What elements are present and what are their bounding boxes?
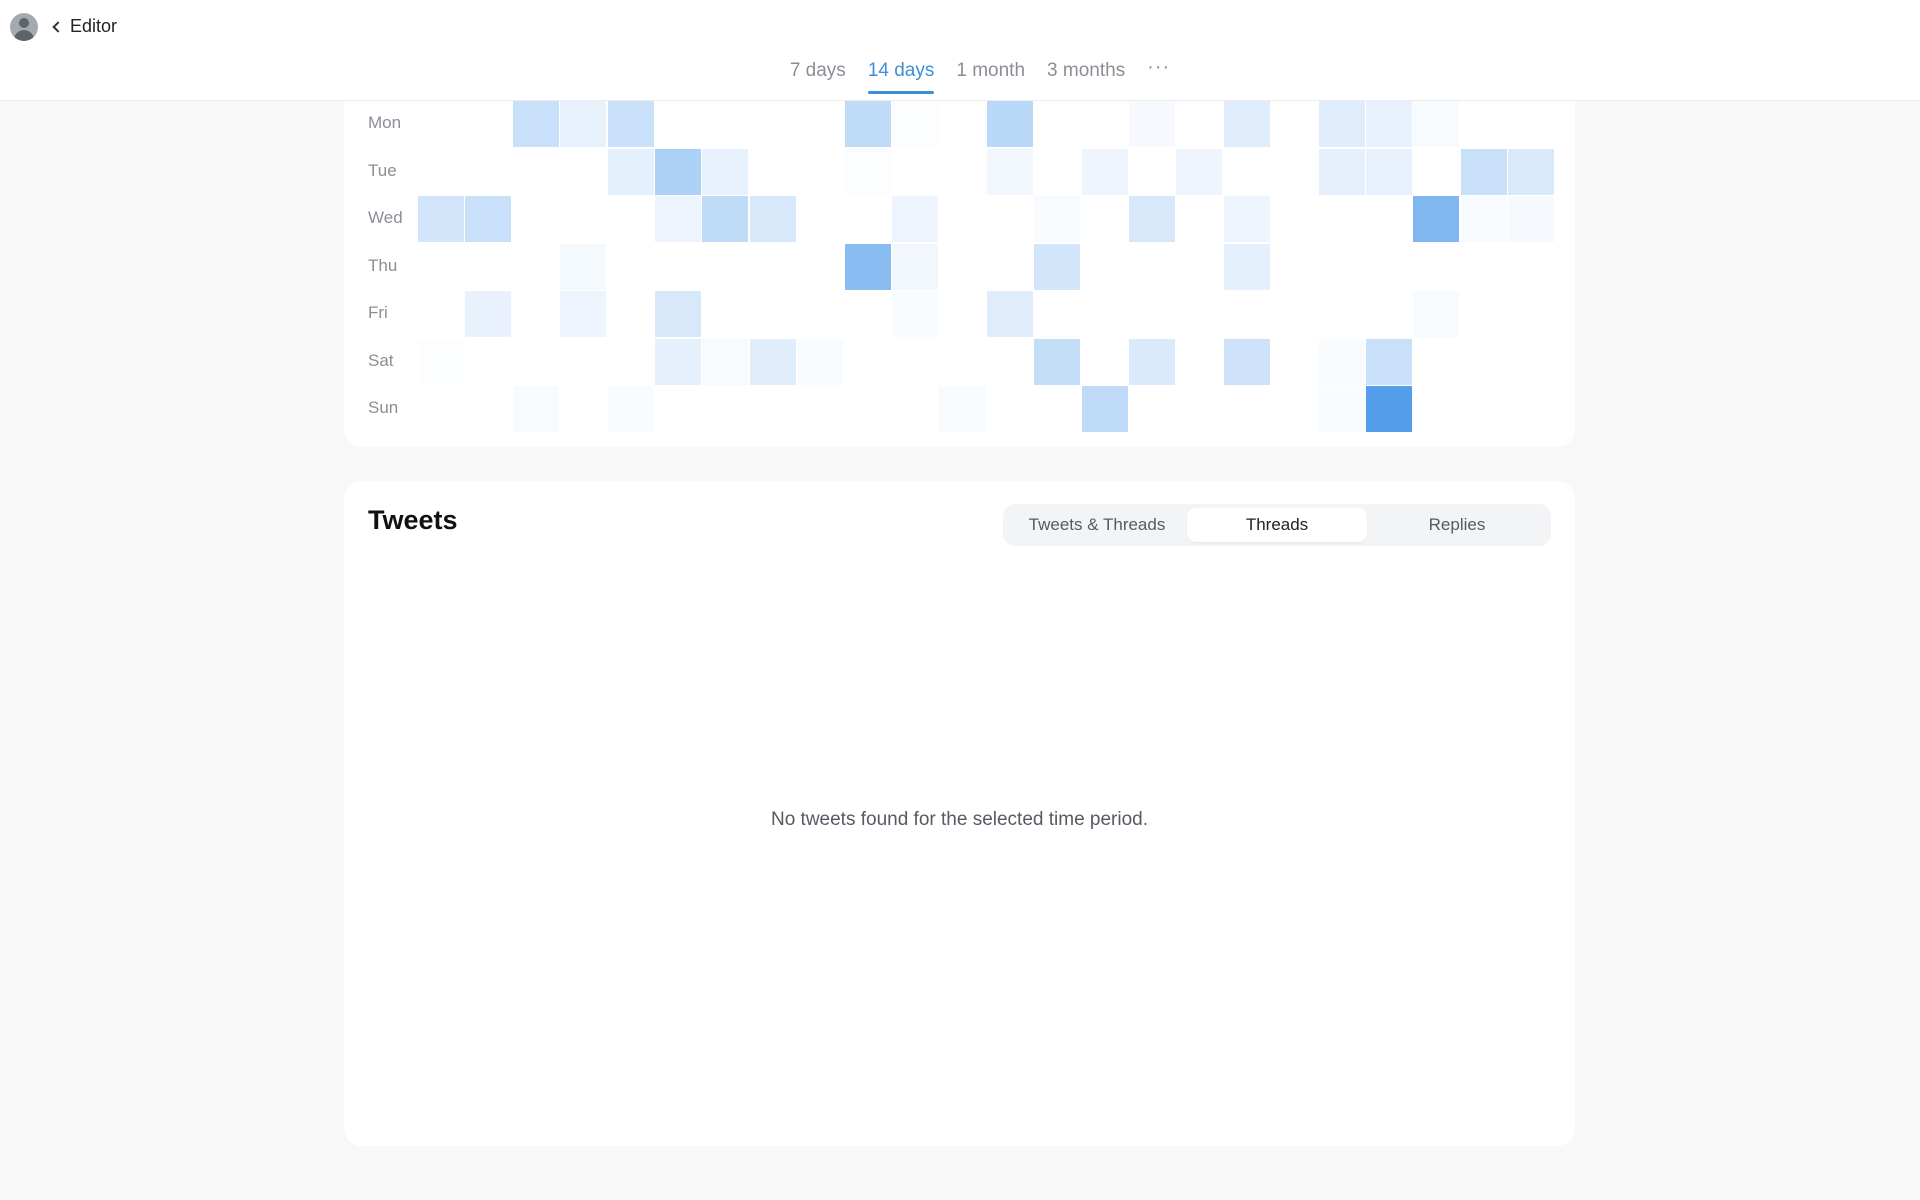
heatmap-cell[interactable] <box>1034 243 1081 290</box>
heatmap-cell[interactable] <box>560 243 607 290</box>
tab-1-month[interactable]: 1 month <box>956 60 1025 92</box>
filter-tweets-and-threads[interactable]: Tweets & Threads <box>1007 508 1187 542</box>
heatmap-cell[interactable] <box>512 101 559 147</box>
heatmap-cell[interactable] <box>1413 101 1460 147</box>
heatmap-cell[interactable] <box>1413 291 1460 337</box>
heatmap-cell[interactable] <box>845 149 891 195</box>
heatmap-cell[interactable] <box>892 101 938 147</box>
heatmap-cell[interactable] <box>1508 196 1555 242</box>
heatmap-cell[interactable] <box>1366 148 1412 195</box>
heatmap-cell[interactable] <box>1460 148 1507 195</box>
activity-heatmap-card: Mon Tue Wed Thu Fri Sat Sun <box>344 40 1575 447</box>
avatar-head <box>19 18 29 28</box>
heatmap-cell[interactable] <box>702 148 749 195</box>
time-range-tabs: 7 days 14 days 1 month 3 months ··· <box>0 56 1920 94</box>
empty-state-message: No tweets found for the selected time pe… <box>770 809 1149 830</box>
heatmap-cell[interactable] <box>1223 196 1270 242</box>
heatmap-cell[interactable] <box>1223 101 1270 147</box>
heatmap-cell[interactable] <box>607 101 654 147</box>
day-label-wed: Wed <box>368 208 403 227</box>
heatmap-cell[interactable] <box>749 196 796 242</box>
heatmap-cell[interactable] <box>844 243 891 290</box>
heatmap-cell[interactable] <box>655 148 701 195</box>
heatmap-cell[interactable] <box>1081 386 1128 432</box>
heatmap-cell[interactable] <box>560 101 607 147</box>
heatmap-cell[interactable] <box>1413 196 1460 242</box>
heatmap-cell[interactable] <box>465 196 512 242</box>
day-label-sat: Sat <box>368 350 394 370</box>
day-label-tue: Tue <box>368 160 397 180</box>
heatmap-cell[interactable] <box>892 243 938 290</box>
heatmap-cell[interactable] <box>1223 243 1270 290</box>
heatmap-cell[interactable] <box>844 101 891 147</box>
tab-14-days[interactable]: 14 days <box>867 60 934 94</box>
tweets-title: Tweets <box>368 505 458 535</box>
heatmap-cell[interactable] <box>892 196 938 242</box>
heatmap-cell[interactable] <box>418 339 464 385</box>
heatmap-cell[interactable] <box>1176 148 1223 195</box>
heatmap-cell[interactable] <box>1366 386 1412 432</box>
tab-7-days[interactable]: 7 days <box>790 60 846 92</box>
heatmap-cell[interactable] <box>1318 101 1365 147</box>
top-bar: Editor 7 days 14 days 1 month 3 months ·… <box>0 0 1920 101</box>
heatmap-cell[interactable] <box>939 386 986 432</box>
back-to-editor-button[interactable]: Editor <box>52 14 118 38</box>
heatmap-cell[interactable] <box>418 196 464 242</box>
heatmap-cell[interactable] <box>655 196 701 242</box>
heatmap-cell[interactable] <box>465 291 512 337</box>
heatmap-cell[interactable] <box>892 291 938 337</box>
heatmap-cell[interactable] <box>1460 196 1507 242</box>
heatmap-cell[interactable] <box>1508 148 1555 195</box>
heatmap-cell[interactable] <box>1129 338 1175 385</box>
heatmap-cell[interactable] <box>749 338 796 385</box>
heatmap-cell[interactable] <box>607 148 654 195</box>
heatmap-cell[interactable] <box>1319 386 1365 432</box>
heatmap-cell[interactable] <box>702 338 749 385</box>
tab-3-months[interactable]: 3 months <box>1047 60 1125 92</box>
back-label: Editor <box>70 15 118 36</box>
heatmap-cell[interactable] <box>1034 338 1081 385</box>
tweets-card: Tweets Tweets & Threads Threads Replies … <box>344 481 1575 1146</box>
heatmap-cell[interactable] <box>1129 101 1175 147</box>
day-label-mon: Mon <box>368 113 402 132</box>
heatmap-cell[interactable] <box>1318 148 1365 195</box>
day-label-fri: Fri <box>368 303 388 322</box>
chevron-left-icon <box>52 20 64 33</box>
heatmap-cell[interactable] <box>1366 101 1412 147</box>
heatmap-cell[interactable] <box>560 291 607 337</box>
heatmap-cell[interactable] <box>1034 196 1081 242</box>
heatmap-cell[interactable] <box>1129 196 1175 242</box>
heatmap-cell[interactable] <box>1319 339 1365 385</box>
day-label-thu: Thu <box>368 255 398 275</box>
heatmap-cell[interactable] <box>512 386 559 432</box>
heatmap-cell[interactable] <box>986 101 1033 147</box>
tweet-filter-segmented-control: Tweets & Threads Threads Replies <box>1003 504 1551 546</box>
heatmap-cell[interactable] <box>702 196 749 242</box>
heatmap-cell[interactable] <box>986 148 1033 195</box>
heatmap-cell[interactable] <box>655 338 701 385</box>
heatmap-cell[interactable] <box>655 291 701 337</box>
avatar-body <box>14 30 34 41</box>
heatmap-cell[interactable] <box>1081 148 1128 195</box>
filter-replies[interactable]: Replies <box>1367 508 1547 542</box>
heatmap-cell[interactable] <box>986 291 1033 337</box>
day-label-sun: Sun <box>368 398 399 417</box>
filter-threads[interactable]: Threads <box>1187 508 1367 542</box>
heatmap-cell[interactable] <box>797 339 843 385</box>
more-options-icon[interactable]: ··· <box>1147 56 1170 92</box>
avatar[interactable] <box>10 13 38 41</box>
heatmap-cell[interactable] <box>608 386 654 432</box>
heatmap-cell[interactable] <box>1366 338 1412 385</box>
heatmap-cell[interactable] <box>1223 338 1270 385</box>
